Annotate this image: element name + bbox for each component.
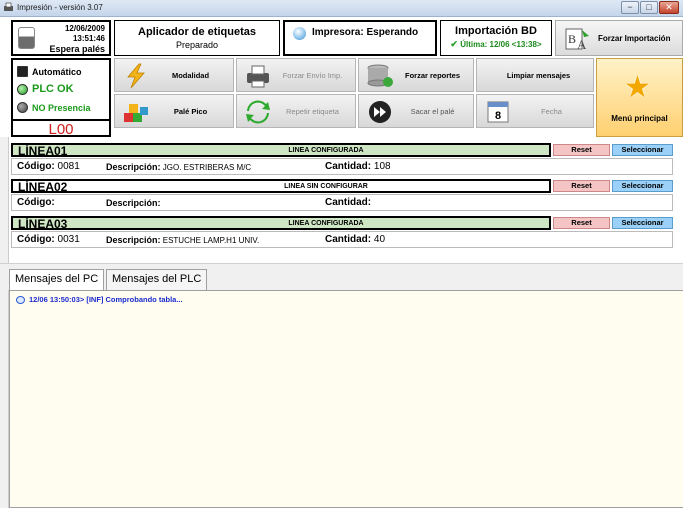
calendar-icon: 8 <box>487 101 509 123</box>
plc-led <box>17 83 28 95</box>
line-cantidad: 108 <box>373 161 391 172</box>
window-titlebar: Impresión - versión 3.07 − □ ✕ <box>0 0 683 17</box>
forzar-reportes-button[interactable]: Forzar reportes <box>358 58 474 92</box>
limpiar-mensajes-button[interactable]: Limpiar mensajes <box>476 58 594 92</box>
aplicador-status: Preparado <box>175 40 219 50</box>
line-state: LINEA SIN CONFIGURAR <box>284 183 368 190</box>
line-codigo: 0081 <box>57 161 80 172</box>
log-entry: 12/06 13:50:03> [INF] Comprobando tabla.… <box>16 295 183 304</box>
star-icon: ★ <box>624 71 651 104</box>
boxes-icon <box>124 104 148 122</box>
line-block-02: LÍNEA02 LINEA SIN CONFIGURAR Reset Selec… <box>11 179 673 215</box>
status-plc: PLC OK <box>17 83 74 95</box>
line-descripcion: JGO. ESTRIBERAS M/C <box>162 163 252 172</box>
line-header: LÍNEA02 LINEA SIN CONFIGURAR <box>11 179 551 194</box>
status-presencia: NO Presencia <box>17 102 91 113</box>
line-name: LÍNEA02 <box>18 180 68 194</box>
line-name: LÍNEA01 <box>18 144 68 158</box>
clock-time: 13:51:46 <box>72 34 105 43</box>
line-block-01: LÍNEA01 LINEA CONFIGURADA Reset Seleccio… <box>11 143 673 179</box>
calendar-day: 8 <box>495 110 501 122</box>
database-icon <box>367 64 393 87</box>
device-icon <box>18 27 35 49</box>
importacion-panel: Importación BD ✔ Última: 12/06 <13:38> <box>440 20 552 56</box>
impresora-panel: Impresora: Esperando <box>283 20 437 56</box>
forzar-importacion-button[interactable]: B A Forzar Importación <box>555 20 683 56</box>
reset-button[interactable]: Reset <box>553 144 610 156</box>
clock-status: Espera palés <box>49 44 105 54</box>
status-panel: Automático PLC OK NO Presencia L00 <box>11 58 111 138</box>
reset-button[interactable]: Reset <box>553 180 610 192</box>
maximize-button[interactable]: □ <box>640 1 658 14</box>
close-button[interactable]: ✕ <box>659 1 679 14</box>
line-details: Código: 0081 Descripción: JGO. ESTRIBERA… <box>11 158 673 175</box>
tab-mensajes-plc[interactable]: Mensajes del PLC <box>106 269 208 290</box>
printer-status-icon <box>293 27 306 40</box>
menu-principal-button[interactable]: ★ Menú principal <box>596 58 683 137</box>
aplicador-panel: Aplicador de etiquetas Preparado <box>114 20 280 56</box>
seleccionar-button[interactable]: Seleccionar <box>612 217 673 229</box>
minimize-button[interactable]: − <box>621 1 639 14</box>
window-title: Impresión - versión 3.07 <box>17 3 103 12</box>
automatico-led <box>17 66 28 77</box>
line-cantidad: 40 <box>373 234 386 245</box>
printer-icon <box>247 65 269 88</box>
line-details: Código: 0031 Descripción: ESTUCHE LAMP.H… <box>11 231 673 248</box>
clock-date: 12/06/2009 <box>64 24 105 33</box>
status-automatico: Automático <box>17 66 82 77</box>
line-descripcion: ESTUCHE LAMP.H1 UNIV. <box>162 236 260 245</box>
repetir-etiqueta-button[interactable]: Repetir etiqueta <box>236 94 356 128</box>
tab-mensajes-pc[interactable]: Mensajes del PC <box>9 269 105 291</box>
seleccionar-button[interactable]: Seleccionar <box>612 144 673 156</box>
line-header: LÍNEA01 LINEA CONFIGURADA <box>11 143 551 158</box>
line-block-03: LÍNEA03 LINEA CONFIGURADA Reset Seleccio… <box>11 216 673 252</box>
forzar-envio-button[interactable]: Forzar Envío Imp. <box>236 58 356 92</box>
line-header: LÍNEA03 LINEA CONFIGURADA <box>11 216 551 231</box>
refresh-icon <box>246 100 270 124</box>
clock-panel: 12/06/2009 13:51:46 Espera palés <box>11 20 111 56</box>
seleccionar-button[interactable]: Seleccionar <box>612 180 673 192</box>
pale-pico-button[interactable]: Palé Pico <box>114 94 234 128</box>
svg-text:A: A <box>577 37 587 52</box>
forzar-importacion-label: Forzar Importación <box>598 34 671 43</box>
checkmark-icon: ✔ <box>450 39 458 49</box>
message-log[interactable]: 12/06 13:50:03> [INF] Comprobando tabla.… <box>9 290 683 508</box>
presencia-led <box>17 102 28 113</box>
sacar-pale-button[interactable]: Sacar el palé <box>358 94 474 128</box>
importacion-title: Importación BD <box>455 25 537 37</box>
printer-app-icon <box>4 2 13 11</box>
impresora-status: Impresora: Esperando <box>312 27 419 38</box>
lightning-icon <box>127 63 145 89</box>
message-tabs: Mensajes del PC Mensajes del PLC <box>0 263 683 291</box>
line-state: LINEA CONFIGURADA <box>288 220 364 227</box>
speech-bubble-icon <box>16 295 25 304</box>
modalidad-button[interactable]: Modalidad <box>114 58 234 92</box>
reset-button[interactable]: Reset <box>553 217 610 229</box>
status-code: L00 <box>13 119 109 138</box>
font-ab-icon: B A <box>565 28 589 52</box>
line-state: LINEA CONFIGURADA <box>288 147 364 154</box>
line-name: LÍNEA03 <box>18 217 68 231</box>
fast-forward-icon <box>369 101 391 123</box>
line-codigo: 0031 <box>57 234 80 245</box>
left-gutter <box>0 137 9 508</box>
line-details: Código: Descripción: Cantidad: <box>11 194 673 211</box>
fecha-button[interactable]: 8 Fecha <box>476 94 594 128</box>
importacion-last: Última: 12/06 <13:38> <box>460 40 542 49</box>
aplicador-title: Aplicador de etiquetas <box>138 26 256 38</box>
svg-text:B: B <box>568 32 576 46</box>
